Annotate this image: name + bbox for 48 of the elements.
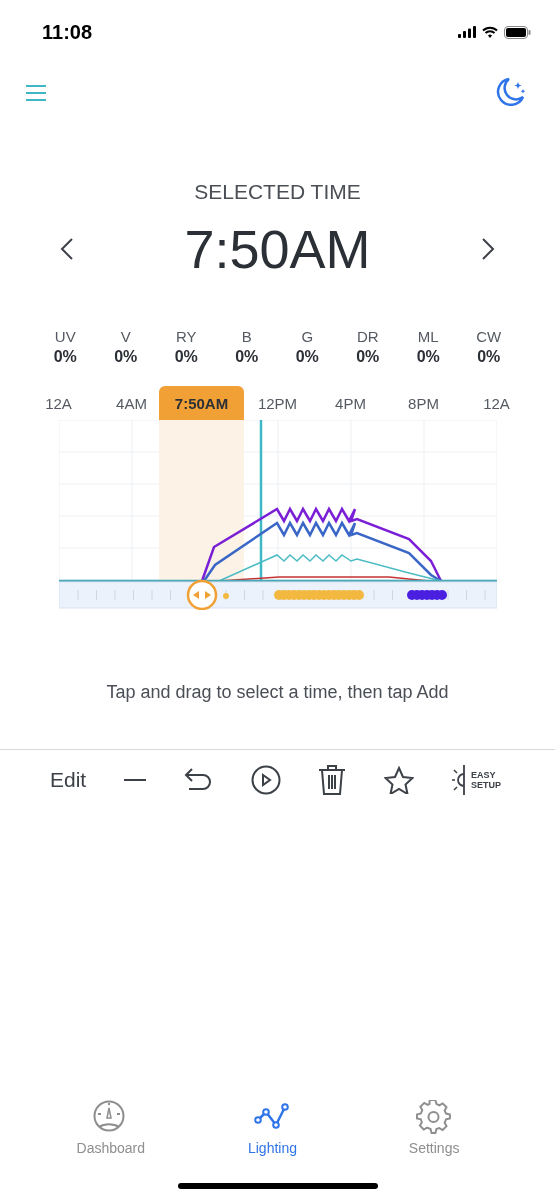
hint-text: Tap and drag to select a time, then tap Add bbox=[106, 682, 449, 703]
schedule-point-dots bbox=[407, 590, 447, 600]
undo-icon[interactable] bbox=[183, 767, 214, 793]
play-icon[interactable] bbox=[250, 765, 281, 795]
axis-label: 12A bbox=[45, 394, 72, 412]
chevron-left-icon[interactable] bbox=[60, 237, 74, 261]
sun-icon bbox=[451, 765, 467, 795]
selected-time-marker[interactable]: 7:50AM bbox=[159, 386, 244, 420]
schedule-graph[interactable] bbox=[59, 420, 497, 610]
axis-label: 4AM bbox=[116, 394, 147, 412]
signal-icon bbox=[458, 26, 476, 38]
edit-button[interactable]: Edit bbox=[50, 768, 87, 792]
tab[interactable]: Lighting bbox=[212, 1099, 333, 1157]
channel-value: 0% bbox=[53, 348, 77, 366]
channel-name: G bbox=[301, 328, 314, 345]
chevron-right-icon[interactable] bbox=[481, 237, 495, 261]
easy-setup-button[interactable]: EASY SETUP bbox=[451, 765, 507, 795]
tab[interactable]: Dashboard bbox=[50, 1099, 171, 1157]
axis-label: 4PM bbox=[335, 394, 366, 412]
channel-value: 0% bbox=[295, 348, 319, 366]
channel-value: 0% bbox=[114, 348, 138, 366]
axis-label: 12A bbox=[483, 394, 510, 412]
status-time: 11:08 bbox=[42, 20, 93, 44]
gear-icon bbox=[416, 1100, 453, 1136]
channel-name: ML bbox=[417, 328, 439, 345]
channel-value: 0% bbox=[235, 348, 259, 366]
wifi-icon bbox=[482, 26, 498, 38]
drag-handle[interactable] bbox=[186, 579, 218, 610]
star-icon[interactable] bbox=[383, 766, 414, 794]
axis-label: 8PM bbox=[408, 394, 439, 412]
trash-icon[interactable] bbox=[318, 764, 347, 796]
channel-name: RY bbox=[175, 328, 197, 345]
channel-value: 0% bbox=[416, 348, 440, 366]
channel-name: V bbox=[120, 328, 131, 345]
channel-name: CW bbox=[476, 328, 502, 345]
tab[interactable]: Settings bbox=[374, 1099, 495, 1157]
selected-time-label: SELECTED TIME bbox=[194, 180, 361, 204]
channel-value: 0% bbox=[477, 348, 501, 366]
dot bbox=[223, 593, 229, 599]
axis-label: 12PM bbox=[257, 394, 298, 412]
minus-icon[interactable] bbox=[123, 778, 146, 782]
channel-value: 0% bbox=[174, 348, 198, 366]
battery-icon bbox=[504, 25, 531, 39]
selected-time: 7:50AM bbox=[184, 218, 371, 280]
channel-name: B bbox=[241, 328, 252, 345]
channel-name: UV bbox=[54, 328, 76, 345]
channel-value: 0% bbox=[356, 348, 380, 366]
channel-name: DR bbox=[356, 328, 379, 345]
